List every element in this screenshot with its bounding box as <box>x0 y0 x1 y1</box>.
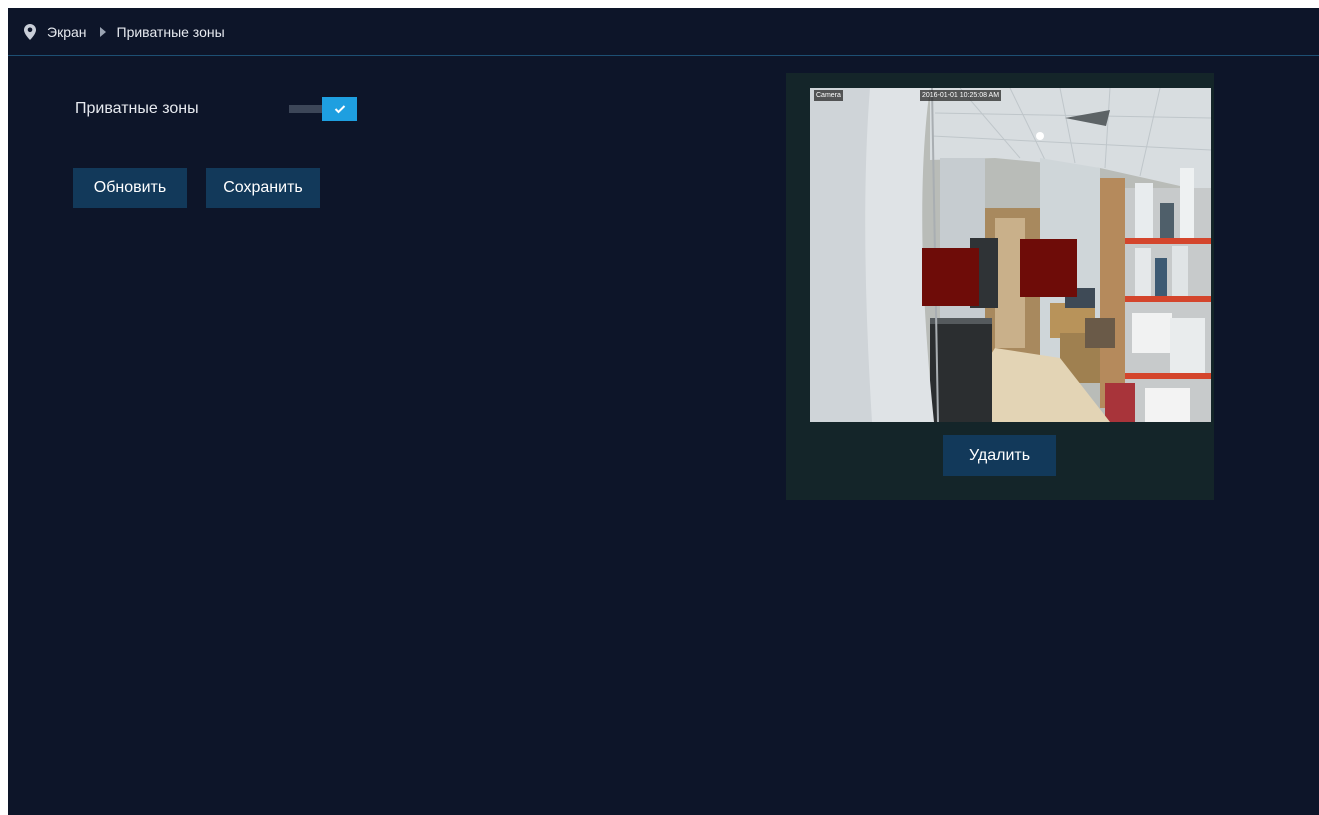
breadcrumb-item-privacy-zones: Приватные зоны <box>116 23 225 40</box>
delete-button[interactable]: Удалить <box>943 435 1056 476</box>
app-window: Экран Приватные зоны Приватные зоны Обно… <box>8 8 1319 815</box>
privacy-zones-label: Приватные зоны <box>75 100 199 117</box>
camera-scene <box>810 88 1211 422</box>
privacy-mask-1[interactable] <box>922 248 979 306</box>
breadcrumb-item-screen[interactable]: Экран <box>47 24 87 40</box>
preview-panel: Camera 2016-01-01 10:25:08 AM Удалить <box>786 73 1214 500</box>
osd-timestamp: 2016-01-01 10:25:08 AM <box>920 90 1002 101</box>
checkmark-icon <box>334 105 345 114</box>
breadcrumb: Экран Приватные зоны <box>8 8 1319 56</box>
toggle-knob <box>322 97 357 121</box>
refresh-button[interactable]: Обновить <box>73 168 187 208</box>
camera-preview[interactable]: Camera 2016-01-01 10:25:08 AM <box>810 88 1211 422</box>
privacy-zones-toggle[interactable] <box>289 97 357 121</box>
privacy-mask-2[interactable] <box>1020 239 1077 297</box>
map-pin-icon <box>24 23 36 40</box>
save-button[interactable]: Сохранить <box>206 168 320 208</box>
osd-camera-name: Camera <box>814 90 843 101</box>
caret-right-icon <box>99 26 106 37</box>
